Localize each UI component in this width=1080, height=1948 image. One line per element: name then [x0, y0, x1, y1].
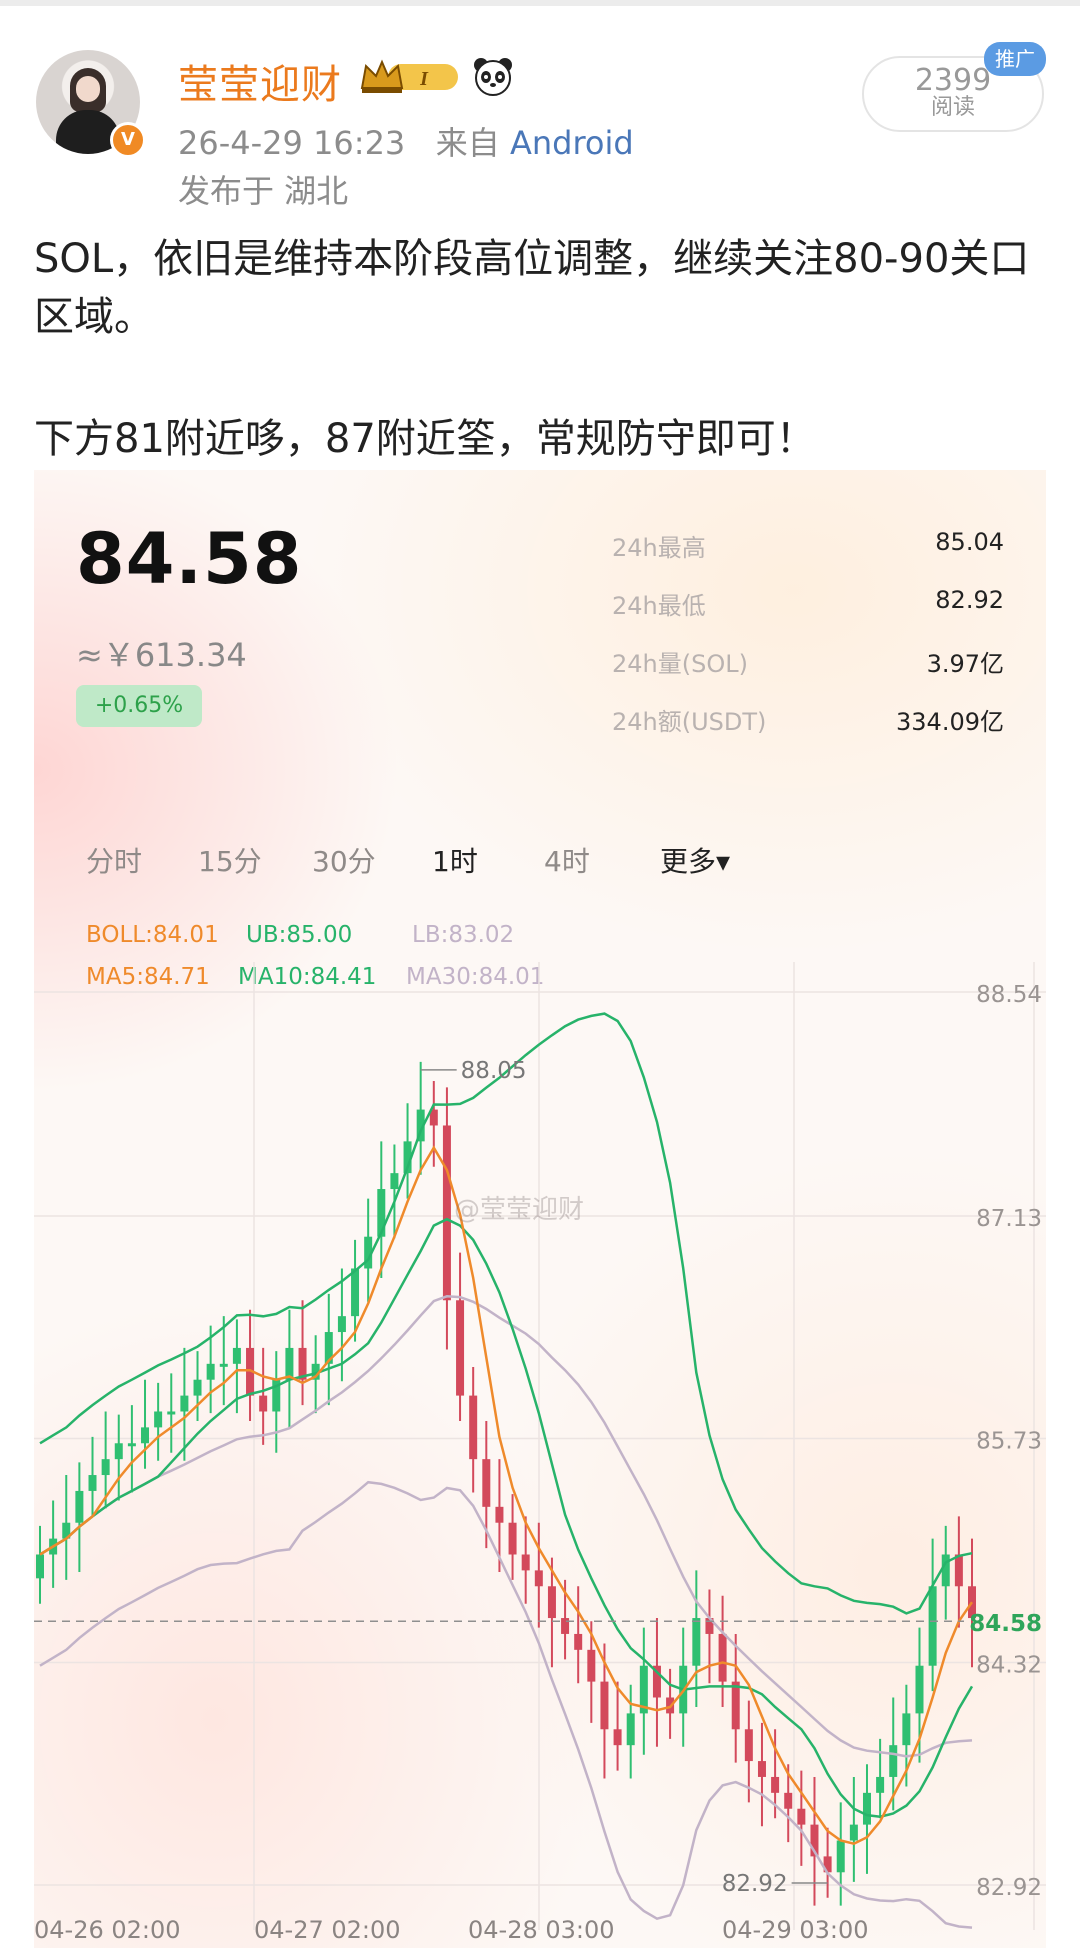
current-price-tag: 84.58: [969, 1611, 1042, 1637]
candle-body: [574, 1633, 583, 1650]
candle-body: [718, 1633, 727, 1682]
candle-body: [797, 1808, 806, 1825]
candle-body: [954, 1554, 963, 1587]
trading-chart-image[interactable]: 84.58 ≈￥613.34 +0.65% 24h最高 85.04 24h最低 …: [34, 470, 1046, 1948]
candle-body: [692, 1618, 701, 1666]
level-badge: I: [419, 68, 429, 90]
candle-body: [351, 1268, 360, 1317]
y-tick-label: 84.32: [976, 1653, 1042, 1679]
candle-body: [285, 1347, 294, 1380]
ma5-line: [39, 1145, 974, 1846]
x-tick-label: 04-26 02:00: [34, 1916, 181, 1944]
candle-body: [941, 1554, 950, 1587]
candle-body: [127, 1443, 136, 1447]
y-tick-label: 87.13: [976, 1206, 1042, 1232]
candle-body: [219, 1363, 228, 1367]
candle-body: [836, 1840, 845, 1873]
post-location: 发布于 湖北: [178, 172, 349, 210]
candle-body: [731, 1681, 740, 1730]
candle-body: [114, 1443, 123, 1460]
promo-badge: 推广: [984, 42, 1046, 76]
post-source[interactable]: Android: [510, 124, 634, 162]
candle-body: [193, 1379, 202, 1396]
ma30-line: [39, 1295, 973, 1758]
candle-body: [600, 1681, 609, 1730]
candle-body: [390, 1173, 399, 1190]
candle-body: [876, 1776, 885, 1793]
candle-body: [744, 1729, 753, 1762]
candle-body: [771, 1776, 780, 1793]
candle-body: [613, 1729, 622, 1746]
post-meta: 26-4-29 16:23 来自 Android: [178, 118, 634, 164]
candle-body: [534, 1570, 543, 1587]
candle-body: [547, 1586, 556, 1619]
post-text-line1: SOL，依旧是维持本阶段高位调整，继续关注80-90关口区域。: [34, 236, 1030, 340]
candle-body: [784, 1792, 793, 1809]
candle-body: [928, 1586, 937, 1666]
x-tick-label: 04-28 03:00: [468, 1916, 615, 1944]
top-divider: [0, 0, 1080, 6]
candle-body: [482, 1459, 491, 1507]
candle-body: [456, 1300, 465, 1396]
x-tick-label: 04-29 03:00: [722, 1916, 869, 1944]
candle-body: [626, 1713, 635, 1746]
y-tick-label: 82.92: [976, 1875, 1042, 1901]
candle-body: [561, 1618, 570, 1634]
candle-body: [337, 1316, 346, 1333]
y-tick-label: 88.54: [976, 982, 1042, 1008]
read-label: 阅读: [930, 95, 975, 120]
candle-body: [206, 1363, 215, 1380]
y-tick-label: 85.73: [976, 1429, 1042, 1455]
candle-body: [508, 1522, 517, 1555]
candle-body: [469, 1395, 478, 1460]
x-tick-label: 04-27 02:00: [254, 1916, 401, 1944]
candle-body: [915, 1665, 924, 1714]
boll-lower-band: [39, 1480, 973, 1929]
candle-body: [521, 1554, 530, 1571]
username[interactable]: 莹莹迎财: [178, 52, 342, 110]
watermark-text: @莹莹迎财: [454, 1195, 584, 1225]
candle-body: [889, 1745, 898, 1777]
candle-body: [101, 1459, 110, 1476]
candle-body: [167, 1411, 176, 1415]
high-marker-label: 88.05: [461, 1058, 527, 1084]
candle-body: [141, 1427, 150, 1444]
member-crown-icon: I: [360, 59, 458, 93]
candle-body: [862, 1792, 871, 1825]
candle-body: [902, 1713, 911, 1746]
candle-body: [587, 1649, 596, 1682]
ma10-line: [39, 1217, 974, 1818]
candle-body: [259, 1395, 268, 1412]
panda-icon: [474, 58, 512, 96]
candle-body: [180, 1395, 189, 1412]
post-time: 26-4-29 16:23: [178, 124, 406, 162]
candle-body: [495, 1506, 504, 1523]
candle-body: [75, 1490, 84, 1523]
candle-body: [36, 1554, 44, 1579]
candle-body: [88, 1475, 97, 1491]
candle-body: [849, 1824, 858, 1841]
from-label: 来自: [435, 124, 500, 162]
verified-icon: V: [110, 122, 146, 158]
candle-body: [154, 1411, 163, 1428]
candle-body: [232, 1347, 241, 1364]
candle-body: [442, 1125, 451, 1301]
low-marker-label: 82.92: [722, 1871, 788, 1897]
candlestick-chart[interactable]: 88.54 87.13 85.73 84.32 82.92 84.58 88.05 82.92…: [34, 470, 1046, 1948]
post-text-line2: 下方81附近哆，87附近筌，常规防守即可！: [34, 416, 816, 462]
candle-body: [757, 1761, 766, 1777]
